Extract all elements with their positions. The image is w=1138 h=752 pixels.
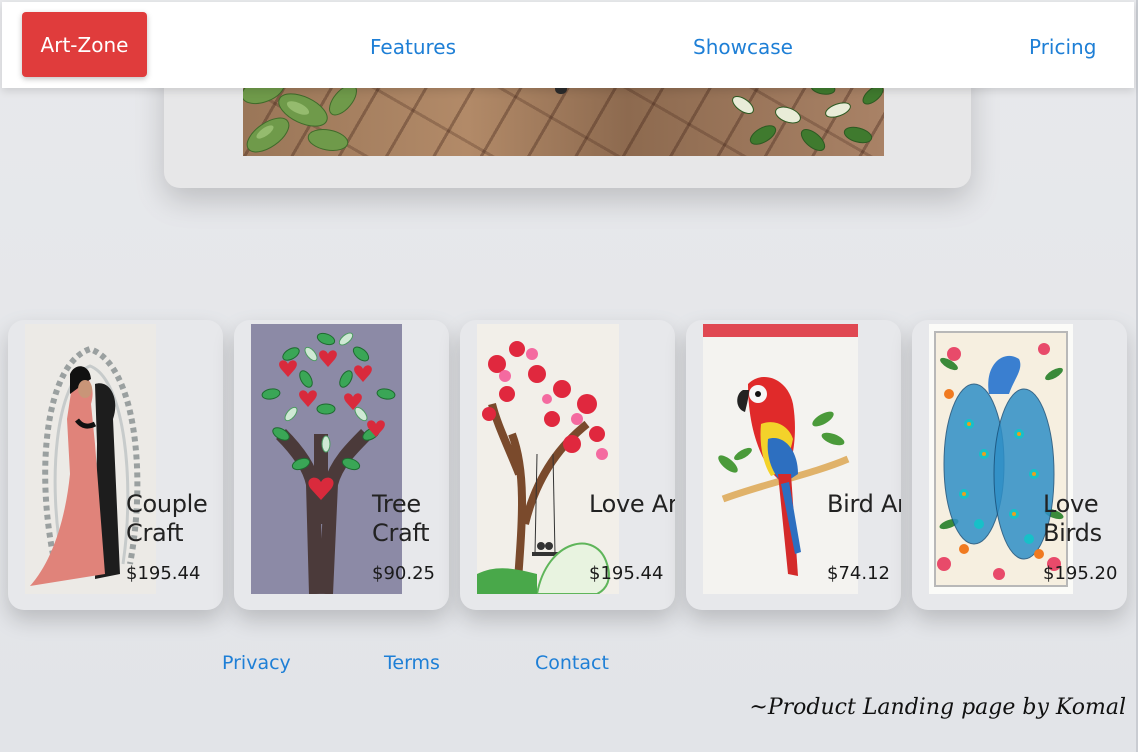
navbar: Art-Zone Features Showcase Pricing [2, 2, 1134, 88]
peacock-quilling-art-image [929, 324, 1073, 594]
product-card[interactable]: Love Birds $195.20 [912, 320, 1127, 610]
product-title: Bird Art [827, 490, 901, 518]
footer-link-terms[interactable]: Terms [384, 652, 440, 674]
product-price: $90.25 [372, 563, 435, 584]
product-title: Tree Craft [372, 490, 430, 547]
heart-tree-quilling-art-image [251, 324, 402, 594]
landing-page: Art-Zone Features Showcase Pricing Coupl… [0, 0, 1138, 752]
brand-logo-button[interactable]: Art-Zone [22, 12, 147, 77]
blossom-tree-swing-art-image [477, 324, 619, 594]
parrot-quilling-art-image [703, 324, 858, 594]
product-card[interactable]: Couple Craft $195.44 [8, 320, 223, 610]
product-price: $195.44 [126, 563, 201, 584]
product-title: Love Art [589, 490, 675, 518]
couple-quilling-art-image [25, 324, 156, 594]
hero-image [243, 80, 884, 156]
product-card[interactable]: Love Art $195.44 [460, 320, 675, 610]
product-title: Love Birds [1043, 490, 1102, 547]
product-title: Couple Craft [126, 490, 208, 547]
product-card[interactable]: Tree Craft $90.25 [234, 320, 449, 610]
footer-link-contact[interactable]: Contact [535, 652, 609, 674]
footer-link-privacy[interactable]: Privacy [222, 652, 291, 674]
product-price: $195.20 [1043, 563, 1118, 584]
product-card[interactable]: Bird Art $74.12 [686, 320, 901, 610]
nav-link-pricing[interactable]: Pricing [1029, 35, 1096, 59]
product-price: $74.12 [827, 563, 890, 584]
nav-link-features[interactable]: Features [370, 35, 456, 59]
product-price: $195.44 [589, 563, 664, 584]
nav-link-showcase[interactable]: Showcase [693, 35, 793, 59]
footer-credit: ~Product Landing page by Komal [749, 695, 1126, 720]
